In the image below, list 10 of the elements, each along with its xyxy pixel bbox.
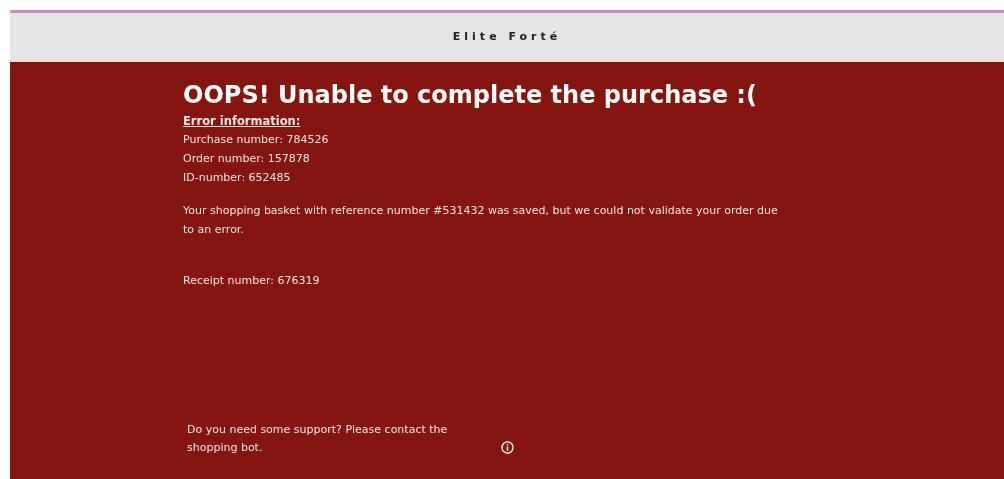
error-title: OOPS! Unable to complete the purchase :( xyxy=(183,80,758,111)
info-line: Order number: 157878 xyxy=(183,151,311,168)
support-text: Do you need some support? Please contact the shopping bot. xyxy=(187,422,449,456)
receipt-number: Receipt number: 676319 xyxy=(183,273,321,290)
info-line: Purchase number: 784526 xyxy=(183,132,330,149)
info-line: ID-number: 652485 xyxy=(183,170,292,187)
brand-title: Elite Forté xyxy=(452,29,562,46)
error-message: Your shopping basket with reference number #531432 was saved, but we could not validate your order due to an error. xyxy=(183,203,779,239)
error-info-heading: Error information: xyxy=(183,113,302,131)
info-icon[interactable] xyxy=(501,441,514,454)
